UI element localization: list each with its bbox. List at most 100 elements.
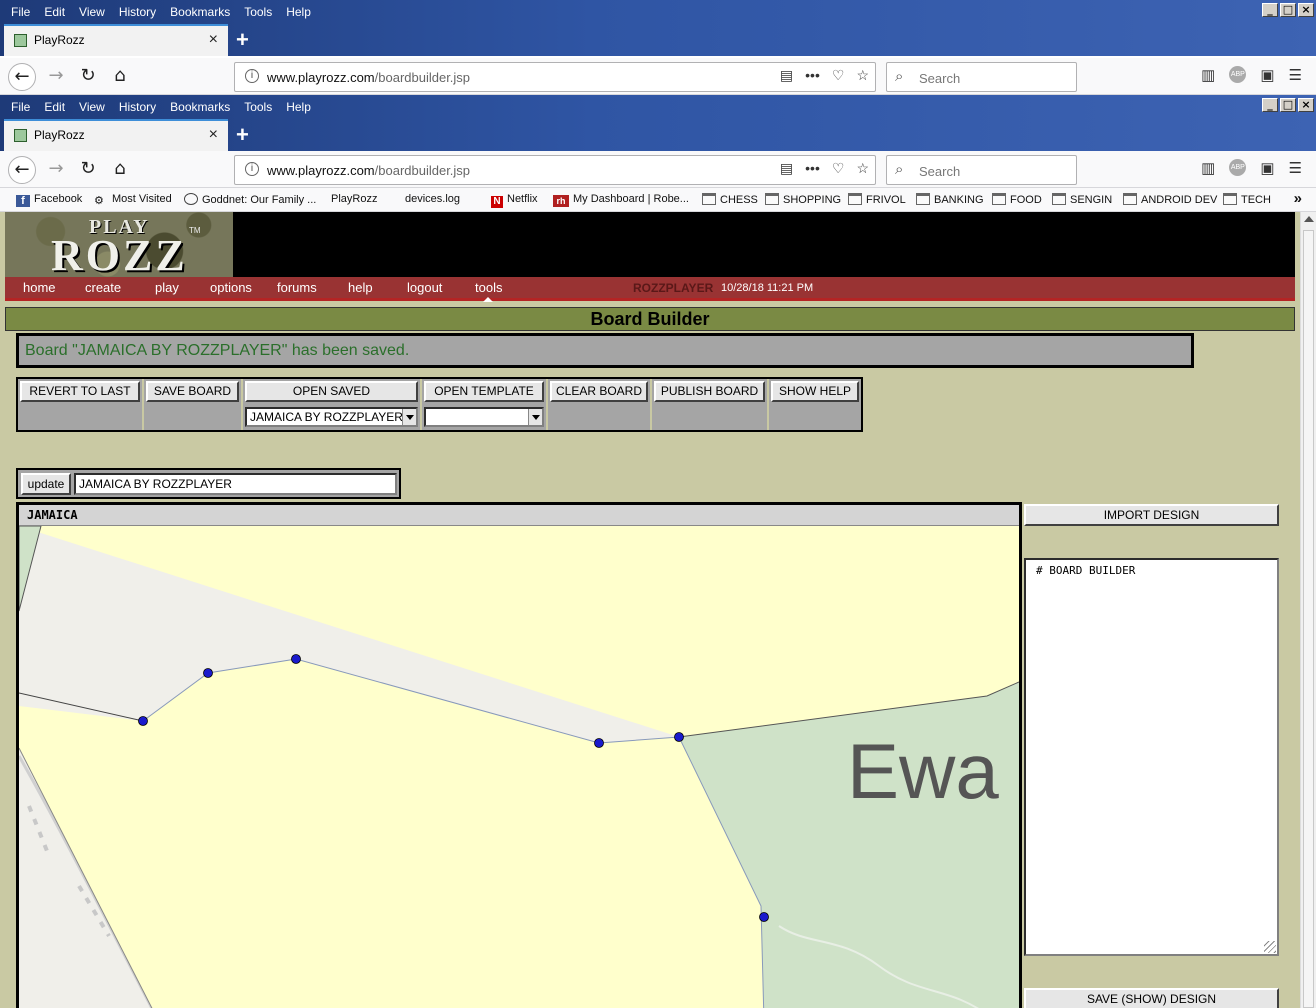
menu-edit[interactable]: Edit xyxy=(44,5,65,19)
vertex-handle[interactable] xyxy=(674,732,684,742)
search-box[interactable]: ⌕ Search xyxy=(886,62,1077,92)
tab-playrozz[interactable]: PlayRozz × xyxy=(4,24,228,56)
new-tab-button[interactable]: + xyxy=(236,122,249,148)
close-window-button[interactable]: × xyxy=(1298,98,1314,112)
adblock-icon[interactable]: ABP xyxy=(1229,66,1247,83)
nav-logout[interactable]: logout xyxy=(407,280,442,295)
minimize-button[interactable]: _ xyxy=(1262,98,1278,112)
nav-play[interactable]: play xyxy=(155,280,179,295)
reader-view-icon[interactable]: ▤ xyxy=(780,160,793,177)
nav-home[interactable]: home xyxy=(23,280,56,295)
tab-close-icon[interactable]: × xyxy=(209,126,218,144)
menu-help[interactable]: Help xyxy=(286,100,311,114)
reload-button[interactable]: ↻ xyxy=(74,156,102,184)
nav-create[interactable]: create xyxy=(85,280,121,295)
bookmark-facebook[interactable]: f Facebook xyxy=(16,193,82,207)
bookmark-folder-shopping[interactable]: SHOPPING xyxy=(765,193,841,206)
page-actions-icon[interactable]: ••• xyxy=(805,160,820,177)
library-icon[interactable]: ▥ xyxy=(1201,66,1215,84)
show-help-button[interactable]: SHOW HELP xyxy=(771,381,859,402)
bookmark-folder-sengin[interactable]: SENGIN xyxy=(1052,193,1112,206)
menu-history[interactable]: History xyxy=(119,100,156,114)
new-tab-button[interactable]: + xyxy=(236,27,249,53)
tab-playrozz[interactable]: PlayRozz × xyxy=(4,119,228,151)
nav-options[interactable]: options xyxy=(210,280,252,295)
bookmark-playrozz[interactable]: PlayRozz xyxy=(331,193,377,417)
vertex-handle[interactable] xyxy=(759,912,769,922)
bookmark-netflix[interactable]: N Netflix xyxy=(491,193,538,208)
adblock-icon[interactable]: ABP xyxy=(1229,159,1247,176)
vertex-handle[interactable] xyxy=(291,654,301,664)
url-text[interactable]: www.playrozz.com/boardbuilder.jsp xyxy=(267,70,470,85)
pocket-icon[interactable]: ♡ xyxy=(832,67,845,84)
vertex-handle[interactable] xyxy=(594,738,604,748)
home-button[interactable]: ⌂ xyxy=(106,63,134,91)
bookmark-folder-tech[interactable]: TECH xyxy=(1223,193,1271,206)
scroll-up-icon[interactable] xyxy=(1304,216,1314,222)
home-button[interactable]: ⌂ xyxy=(106,156,134,184)
vertex-handle[interactable] xyxy=(203,668,213,678)
bookmark-goddnet[interactable]: Goddnet: Our Family ... xyxy=(184,193,316,206)
page-scrollbar[interactable] xyxy=(1300,212,1316,1008)
reload-button[interactable]: ↻ xyxy=(74,63,102,91)
maximize-button[interactable]: □ xyxy=(1280,98,1296,112)
menu-file[interactable]: File xyxy=(11,5,30,19)
update-button[interactable]: update xyxy=(21,473,71,495)
nav-forums[interactable]: forums xyxy=(277,280,317,295)
menu-help[interactable]: Help xyxy=(286,5,311,19)
bookmark-folder-food[interactable]: FOOD xyxy=(992,193,1042,206)
back-button[interactable]: ← xyxy=(8,63,36,91)
url-bar[interactable]: i www.playrozz.com/boardbuilder.jsp ▤ ••… xyxy=(234,62,876,92)
bookmark-devices-log[interactable]: devices.log xyxy=(405,193,460,417)
close-window-button[interactable]: × xyxy=(1298,3,1314,17)
menu-view[interactable]: View xyxy=(79,100,105,114)
menu-bookmarks[interactable]: Bookmarks xyxy=(170,100,230,114)
back-button[interactable]: ← xyxy=(8,156,36,184)
url-text[interactable]: www.playrozz.com/boardbuilder.jsp xyxy=(267,163,470,178)
save-show-design-button[interactable]: SAVE (SHOW) DESIGN xyxy=(1024,988,1279,1008)
bookmark-star-icon[interactable]: ☆ xyxy=(856,67,869,84)
library-icon[interactable]: ▥ xyxy=(1201,159,1215,177)
tab-close-icon[interactable]: × xyxy=(209,31,218,49)
clear-board-button[interactable]: CLEAR BOARD xyxy=(550,381,648,402)
search-box[interactable]: ⌕ Search xyxy=(886,155,1077,185)
revert-to-last-button[interactable]: REVERT TO LAST xyxy=(20,381,140,402)
bookmark-folder-frivol[interactable]: FRIVOL xyxy=(848,193,906,206)
vertex-handle[interactable] xyxy=(138,716,148,726)
reader-view-icon[interactable]: ▤ xyxy=(780,67,793,84)
import-design-button[interactable]: IMPORT DESIGN xyxy=(1024,504,1279,526)
board-name-input[interactable] xyxy=(74,473,397,495)
open-saved-button[interactable]: OPEN SAVED xyxy=(245,381,418,402)
open-template-select[interactable] xyxy=(424,407,544,427)
open-saved-select[interactable]: JAMAICA BY ROZZPLAYER xyxy=(245,407,418,427)
hamburger-menu-icon[interactable]: ☰ xyxy=(1289,159,1302,177)
url-bar[interactable]: i www.playrozz.com/boardbuilder.jsp ▤ ••… xyxy=(234,155,876,185)
publish-board-button[interactable]: PUBLISH BOARD xyxy=(654,381,765,402)
menu-view[interactable]: View xyxy=(79,5,105,19)
board-map-canvas[interactable]: Ewa xyxy=(19,526,1019,1008)
menu-tools[interactable]: Tools xyxy=(244,5,272,19)
minimize-button[interactable]: _ xyxy=(1262,3,1278,17)
open-template-button[interactable]: OPEN TEMPLATE xyxy=(424,381,544,402)
nav-tools[interactable]: tools xyxy=(475,280,502,295)
sidebar-icon[interactable]: ▣ xyxy=(1260,159,1274,177)
save-board-button[interactable]: SAVE BOARD xyxy=(146,381,239,402)
bookmark-folder-chess[interactable]: CHESS xyxy=(702,193,758,206)
playrozz-logo[interactable]: PLAY ROZZ TM xyxy=(5,212,233,280)
maximize-button[interactable]: □ xyxy=(1280,3,1296,17)
menu-edit[interactable]: Edit xyxy=(44,100,65,114)
dropdown-arrow-icon[interactable] xyxy=(402,409,416,425)
bookmarks-overflow-chevron-icon[interactable]: » xyxy=(1294,190,1302,207)
bookmark-folder-banking[interactable]: BANKING xyxy=(916,193,984,206)
menu-history[interactable]: History xyxy=(119,5,156,19)
nav-help[interactable]: help xyxy=(348,280,373,295)
sidebar-icon[interactable]: ▣ xyxy=(1260,66,1274,84)
bookmark-my-dashboard[interactable]: rh My Dashboard | Robe... xyxy=(553,193,689,207)
bookmark-folder-android-dev[interactable]: ANDROID DEV xyxy=(1123,193,1217,206)
forward-button[interactable]: → xyxy=(42,63,70,91)
pocket-icon[interactable]: ♡ xyxy=(832,160,845,177)
site-info-icon[interactable]: i xyxy=(245,69,259,83)
forward-button[interactable]: → xyxy=(42,156,70,184)
menu-bookmarks[interactable]: Bookmarks xyxy=(170,5,230,19)
resize-grip-icon[interactable] xyxy=(1264,941,1276,953)
